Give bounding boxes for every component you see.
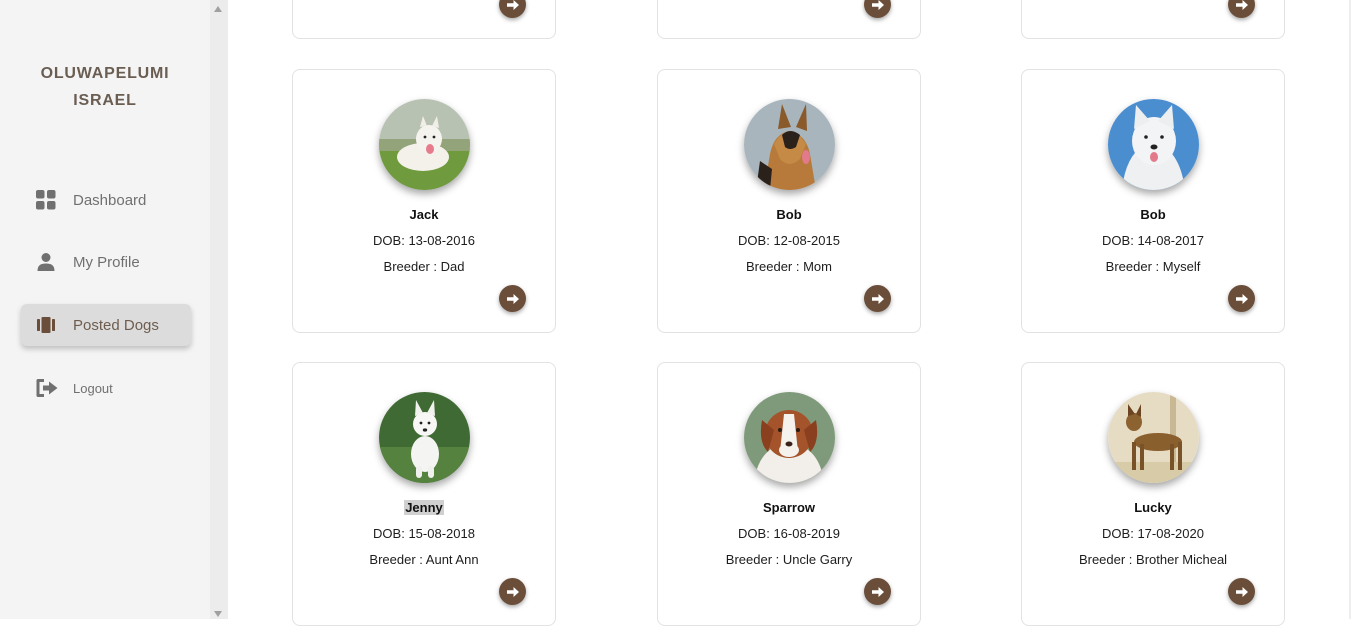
arrow-right-icon: [871, 586, 884, 597]
view-dog-button[interactable]: [499, 578, 526, 605]
dog-card: Jenny DOB: 15-08-2018 Breeder : Aunt Ann: [292, 362, 556, 626]
nav-dashboard[interactable]: Dashboard: [21, 179, 191, 221]
nav-logout[interactable]: Logout: [21, 367, 191, 409]
dog-dob: DOB: 14-08-2017: [1102, 233, 1204, 248]
view-dog-button[interactable]: [864, 285, 891, 312]
user-name-last: ISRAEL: [73, 92, 137, 109]
dog-dob: DOB: 12-08-2015: [738, 233, 840, 248]
nav-my-profile[interactable]: My Profile: [21, 241, 191, 283]
dog-breeder: Breeder : Myself: [1105, 259, 1201, 274]
dog-card: Jack DOB: 13-08-2016 Breeder : Dad: [292, 69, 556, 333]
logout-icon: [35, 376, 67, 400]
dog-card: Sparrow DOB: 16-08-2019 Breeder : Uncle …: [657, 362, 921, 626]
view-dog-button[interactable]: [499, 0, 526, 18]
dog-card-partial: [1021, 0, 1285, 39]
arrow-right-icon: [506, 293, 519, 304]
nav-posted-dogs-label: Posted Dogs: [73, 316, 159, 334]
dog-name: Bob: [776, 207, 802, 222]
dog-breeder: Breeder : Mom: [746, 259, 832, 274]
dog-breeder: Breeder : Dad: [383, 259, 465, 274]
dog-dob: DOB: 13-08-2016: [373, 233, 475, 248]
arrow-right-icon: [1235, 293, 1248, 304]
dog-photo: [379, 392, 470, 483]
dog-card-partial: [657, 0, 921, 39]
dog-photo: [1108, 392, 1199, 483]
dog-card: Bob DOB: 14-08-2017 Breeder : Myself: [1021, 69, 1285, 333]
dog-card: Lucky DOB: 17-08-2020 Breeder : Brother …: [1021, 362, 1285, 626]
dog-name: Sparrow: [762, 500, 815, 515]
view-dog-button[interactable]: [499, 285, 526, 312]
dog-name: Jack: [409, 207, 439, 222]
dog-dob: DOB: 17-08-2020: [1102, 526, 1204, 541]
dog-photo: [744, 392, 835, 483]
dog-dob: DOB: 16-08-2019: [738, 526, 840, 541]
dog-card-partial: [292, 0, 556, 39]
dog-breeder: Breeder : Uncle Garry: [725, 552, 853, 567]
sidebar-scrollbar[interactable]: [210, 0, 228, 619]
user-name: OLUWAPELUMI ISRAEL: [0, 60, 210, 114]
grid-icon: [35, 188, 67, 212]
dog-name-text: Jenny: [404, 500, 444, 515]
view-dog-button[interactable]: [864, 578, 891, 605]
view-dog-button[interactable]: [1228, 285, 1255, 312]
dog-breeder: Breeder : Brother Micheal: [1078, 552, 1228, 567]
dog-photo: [744, 99, 835, 190]
nav-dashboard-label: Dashboard: [73, 191, 147, 209]
nav-logout-label: Logout: [73, 380, 113, 396]
book-icon: [35, 313, 67, 337]
arrow-right-icon: [871, 293, 884, 304]
dog-dob: DOB: 15-08-2018: [373, 526, 475, 541]
arrow-right-icon: [871, 0, 884, 10]
dog-name: Bob: [1140, 207, 1166, 222]
view-dog-button[interactable]: [1228, 578, 1255, 605]
dog-name: Lucky: [1134, 500, 1172, 515]
dog-card: Bob DOB: 12-08-2015 Breeder : Mom: [657, 69, 921, 333]
dog-name: Jenny: [293, 500, 555, 515]
arrow-right-icon: [506, 0, 519, 10]
arrow-right-icon: [1235, 586, 1248, 597]
dog-breeder: Breeder : Aunt Ann: [369, 552, 479, 567]
dog-photo: [1108, 99, 1199, 190]
nav-my-profile-label: My Profile: [73, 253, 140, 271]
nav-posted-dogs[interactable]: Posted Dogs: [21, 304, 191, 346]
scroll-up-icon[interactable]: [214, 6, 222, 12]
view-dog-button[interactable]: [864, 0, 891, 18]
scroll-down-icon[interactable]: [214, 611, 222, 617]
view-dog-button[interactable]: [1228, 0, 1255, 18]
person-icon: [35, 250, 67, 274]
user-name-first: OLUWAPELUMI: [40, 65, 170, 82]
sidebar: OLUWAPELUMI ISRAEL Dashboard My Profile: [0, 0, 210, 619]
arrow-right-icon: [1235, 0, 1248, 10]
arrow-right-icon: [506, 586, 519, 597]
dog-photo: [379, 99, 470, 190]
